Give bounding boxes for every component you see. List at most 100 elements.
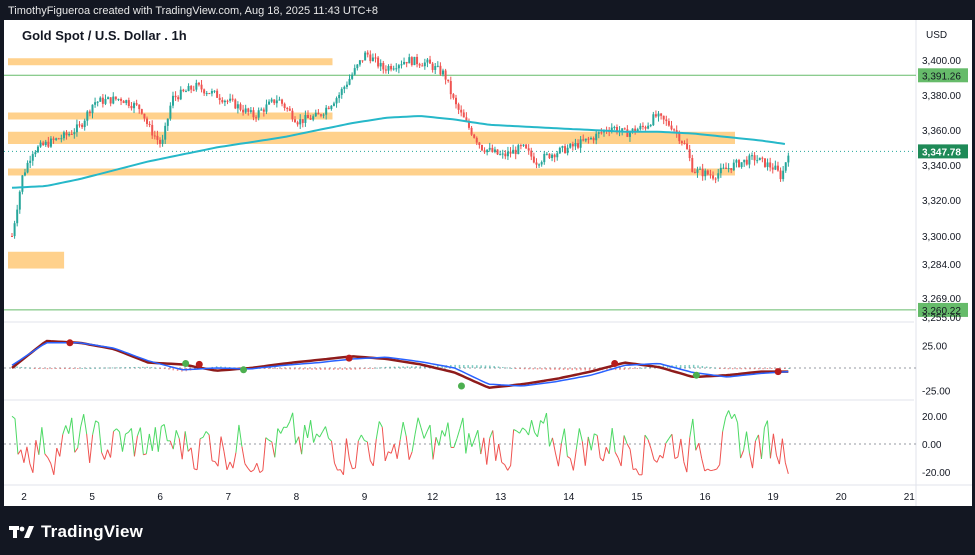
candle-body xyxy=(120,98,123,101)
oscillator-segment xyxy=(125,431,129,435)
oscillator-segment xyxy=(289,412,294,422)
oscillator-segment xyxy=(223,451,228,470)
oscillator-segment xyxy=(175,430,180,439)
candle-body xyxy=(652,114,655,126)
oscillator-segment xyxy=(187,447,192,452)
oscillator-segment xyxy=(632,468,637,471)
candle-body xyxy=(88,111,91,114)
macd-histogram-bar xyxy=(744,368,747,370)
macd-cross-marker xyxy=(692,371,700,379)
candle-body xyxy=(99,97,102,102)
candle-body xyxy=(413,56,416,66)
candle-body xyxy=(548,153,551,159)
time-tick-label: 7 xyxy=(226,492,232,503)
candle-body xyxy=(42,142,45,146)
candle-body xyxy=(338,94,341,99)
candle-body xyxy=(564,146,567,154)
oscillator-segment xyxy=(337,469,341,471)
macd-histogram-bar xyxy=(710,367,712,369)
oscillator-segment xyxy=(181,431,186,460)
oscillator-segment xyxy=(14,418,19,455)
macd-cross-marker xyxy=(182,360,190,367)
macd-histogram-bar xyxy=(276,368,279,370)
macd-histogram-bar xyxy=(155,367,157,369)
candle-body xyxy=(517,145,520,155)
macd-histogram-bar xyxy=(679,365,682,368)
macd-histogram-bar xyxy=(636,368,639,369)
candle-body xyxy=(787,155,790,163)
candle-body xyxy=(569,143,572,148)
candle-body xyxy=(133,103,136,109)
oscillator-segment xyxy=(414,417,419,435)
macd-histogram-bar xyxy=(519,368,521,369)
candle-body xyxy=(457,104,460,110)
candle-body xyxy=(112,96,115,104)
candle-body xyxy=(496,149,499,155)
currency-label[interactable]: USD xyxy=(926,30,947,41)
tradingview-logo[interactable]: TradingView xyxy=(9,522,143,542)
macd-histogram-bar xyxy=(38,368,40,369)
candle-body xyxy=(410,57,413,66)
oscillator-segment xyxy=(725,410,730,418)
candle-body xyxy=(143,113,146,119)
candle-body xyxy=(595,133,598,141)
oscillator-segment xyxy=(334,462,338,471)
candle-body xyxy=(47,141,50,147)
oscillator-segment xyxy=(752,440,756,469)
candle-body xyxy=(234,99,237,109)
oscillator-segment xyxy=(148,433,153,451)
candle-body xyxy=(135,103,138,105)
candle-body xyxy=(273,99,276,104)
macd-histogram-bar xyxy=(580,368,582,371)
oscillator-segment xyxy=(301,424,306,455)
candle-body xyxy=(122,100,125,104)
candle-body xyxy=(673,129,676,131)
price-chart-svg[interactable]: 3,391.263,260.223,347.783,400.003,380.00… xyxy=(4,20,972,506)
macd-histogram-bar xyxy=(51,368,53,370)
candle-body xyxy=(574,143,577,147)
candle-body xyxy=(291,110,294,120)
oscillator-segment xyxy=(375,421,380,440)
macd-cross-marker xyxy=(240,366,248,374)
macd-histogram-bar xyxy=(640,367,643,369)
candle-body xyxy=(57,138,60,140)
oscillator-segment xyxy=(184,431,189,452)
macd-histogram-bar xyxy=(120,367,122,369)
oscillator-segment xyxy=(74,447,79,453)
oscillator-segment xyxy=(190,447,195,469)
macd-histogram-bar xyxy=(701,365,704,368)
oscillator-segment xyxy=(116,428,120,433)
macd-histogram-bar xyxy=(541,368,543,370)
candle-body xyxy=(670,125,673,130)
oscillator-segment xyxy=(665,438,670,444)
macd-histogram-bar xyxy=(332,368,335,370)
candle-body xyxy=(151,124,154,136)
candle-body xyxy=(400,64,403,66)
candle-body xyxy=(740,162,743,167)
oscillator-segment xyxy=(719,431,724,465)
oscillator-segment xyxy=(44,453,49,459)
candle-body xyxy=(532,156,535,163)
macd-histogram-bar xyxy=(506,367,508,369)
chart-area[interactable]: 3,391.26 3,260.22 3,347.78 3,400.00 3,380.00… xyxy=(4,20,972,506)
candle-body xyxy=(49,138,52,147)
oscillator-segment xyxy=(35,440,40,455)
candle-body xyxy=(452,94,455,98)
oscillator-segment xyxy=(328,437,332,442)
candle-body xyxy=(686,143,689,150)
footer-bar: TradingView xyxy=(0,508,975,555)
oscillator-segment xyxy=(594,433,598,436)
oscillator-segment xyxy=(50,463,55,475)
price-tick-label: 3,284.00 xyxy=(922,260,961,271)
macd-histogram-bar xyxy=(311,368,313,370)
candle-body xyxy=(275,100,278,104)
candle-body xyxy=(701,168,704,177)
candle-body xyxy=(192,89,195,91)
candle-body xyxy=(756,160,759,162)
oscillator-segment xyxy=(133,435,138,457)
oscillator-segment xyxy=(172,430,177,450)
candle-body xyxy=(543,153,546,163)
candle-body xyxy=(730,168,733,171)
oscillator-segment xyxy=(560,428,565,444)
candle-body xyxy=(397,65,400,69)
